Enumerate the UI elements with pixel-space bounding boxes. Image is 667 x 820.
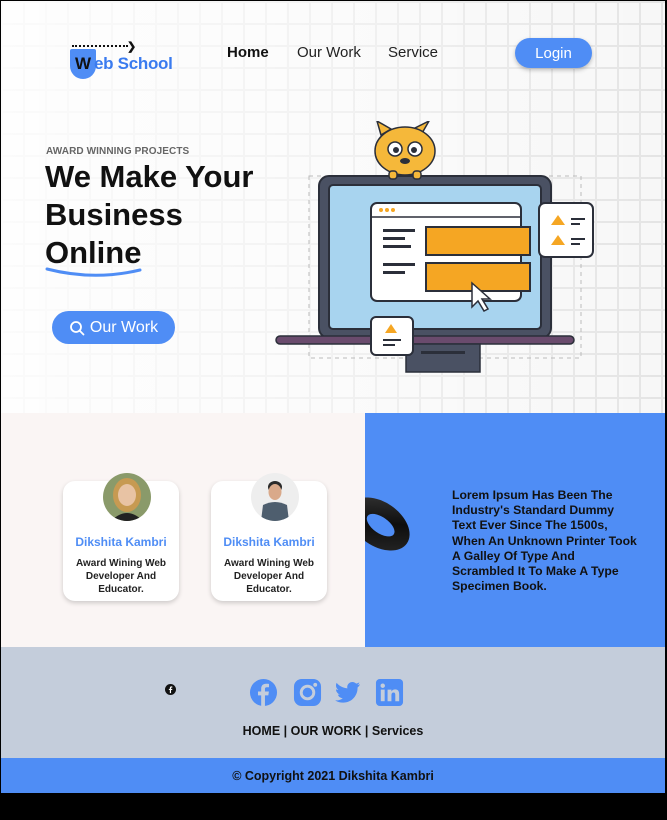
cat-mascot-icon xyxy=(374,121,436,180)
our-work-button[interactable]: Our Work xyxy=(52,311,175,344)
footer-links: HOME | OUR WORK | Services xyxy=(1,724,665,738)
team-section: Dikshita Kambri Award Wining Web Develop… xyxy=(1,413,365,647)
logo[interactable]: ❯ W eb School xyxy=(67,39,182,85)
our-work-button-label: Our Work xyxy=(89,318,159,336)
footer-separator: | xyxy=(280,724,291,738)
avatar xyxy=(251,473,299,521)
nav-our-work-link[interactable]: Our Work xyxy=(297,44,361,61)
hero-title-line-1: We Make Your xyxy=(45,159,254,194)
hero-eyebrow: AWARD WINNING PROJECTS xyxy=(46,146,190,157)
team-member-role: Award Wining Web Developer And Educator. xyxy=(75,558,167,595)
page: ❯ W eb School Home Our Work Service Logi… xyxy=(0,0,667,820)
login-button[interactable]: Login xyxy=(515,38,592,68)
hero-title-line-2: Business xyxy=(45,197,183,232)
search-icon xyxy=(70,320,85,335)
linkedin-icon[interactable] xyxy=(375,678,404,707)
twitter-icon[interactable] xyxy=(333,678,362,707)
title-underline xyxy=(45,267,142,277)
footer-separator: | xyxy=(361,724,372,738)
logo-dotted-line xyxy=(72,45,128,47)
team-member-name: Dikshita Kambri xyxy=(75,535,167,549)
footer: HOME | OUR WORK | Services xyxy=(1,647,665,758)
team-member-name: Dikshita Kambri xyxy=(223,535,315,549)
logo-arrow-icon: ❯ xyxy=(127,41,137,53)
team-card[interactable]: Dikshita Kambri Award Wining Web Develop… xyxy=(211,473,327,601)
laptop-illustration xyxy=(275,121,594,373)
footer-link-services[interactable]: Services xyxy=(372,724,423,738)
team-card[interactable]: Dikshita Kambri Award Wining Web Develop… xyxy=(63,473,179,601)
about-text: Lorem Ipsum Has Been The Industry's Stan… xyxy=(452,488,637,594)
hero-section: ❯ W eb School Home Our Work Service Logi… xyxy=(1,1,665,413)
logo-letter: W xyxy=(75,54,92,73)
footer-link-home[interactable]: HOME xyxy=(243,724,281,738)
facebook-icon[interactable] xyxy=(249,678,278,707)
facebook-small-icon[interactable] xyxy=(165,684,176,695)
avatar xyxy=(103,473,151,521)
instagram-icon[interactable] xyxy=(293,678,322,707)
about-panel: Lorem Ipsum Has Been The Industry's Stan… xyxy=(365,413,665,647)
footer-link-our-work[interactable]: OUR WORK xyxy=(291,724,362,738)
team-member-role: Award Wining Web Developer And Educator. xyxy=(223,558,315,595)
torus-3d-icon xyxy=(365,497,410,551)
logo-text: eb School xyxy=(94,54,173,73)
nav-service-link[interactable]: Service xyxy=(388,44,438,61)
copyright-bar: © Copyright 2021 Dikshita Kambri xyxy=(1,758,665,793)
hero-title: We Make Your Business Online xyxy=(45,158,305,272)
nav-home-link[interactable]: Home xyxy=(227,44,269,61)
